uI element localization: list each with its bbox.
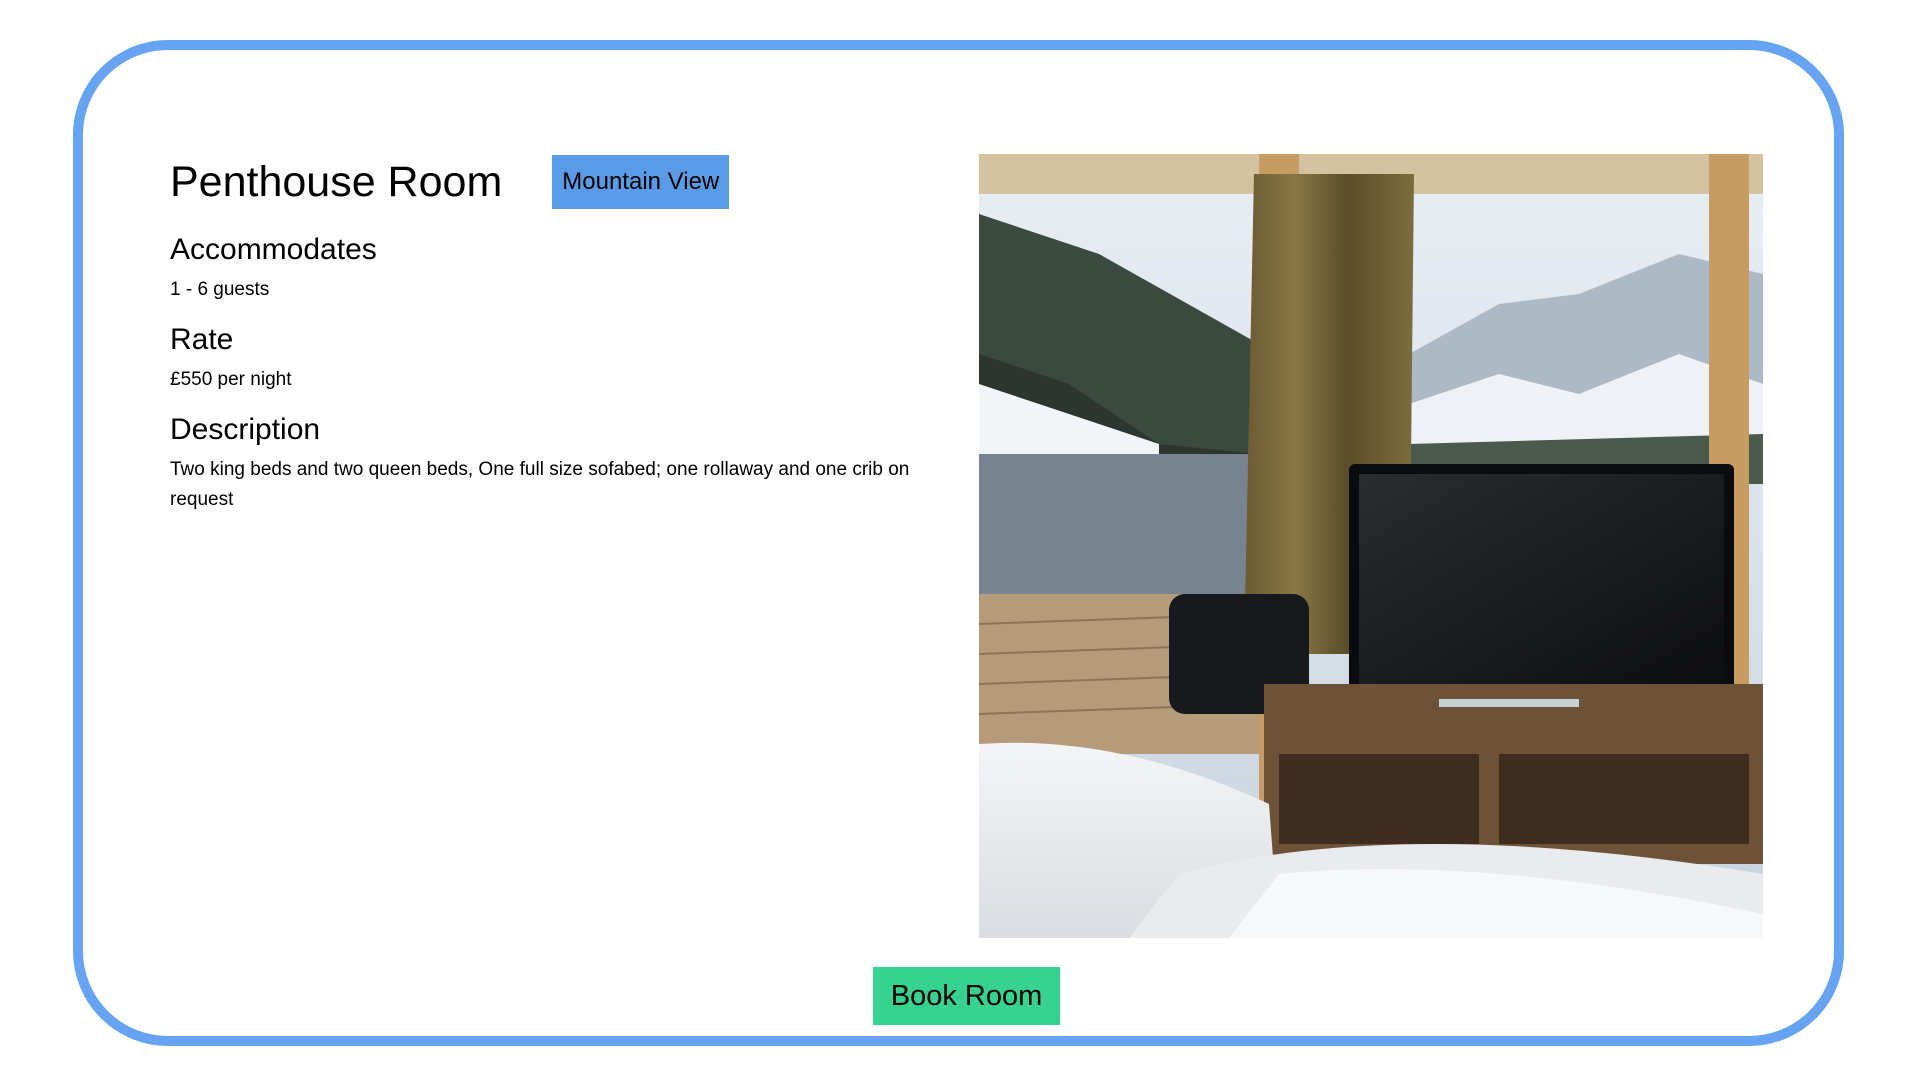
accommodates-heading: Accommodates (170, 233, 377, 266)
book-room-button[interactable]: Book Room (873, 967, 1060, 1025)
accommodates-value: 1 - 6 guests (170, 279, 270, 300)
description-heading: Description (170, 413, 321, 446)
rate-section: Rate £550 per night (170, 321, 945, 395)
room-photo (979, 154, 1763, 938)
rate-value: £550 per night (170, 369, 292, 390)
title-row: Penthouse Room Mountain View (170, 150, 945, 214)
view-tag: Mountain View (552, 155, 730, 209)
description-section: Description Two king beds and two queen … (170, 411, 945, 515)
room-title: Penthouse Room (170, 158, 503, 206)
accommodates-section: Accommodates 1 - 6 guests (170, 231, 945, 305)
room-info: Penthouse Room Mountain View Accommodate… (170, 150, 945, 515)
rate-heading: Rate (170, 323, 234, 356)
description-value: Two king beds and two queen beds, One fu… (170, 459, 910, 510)
